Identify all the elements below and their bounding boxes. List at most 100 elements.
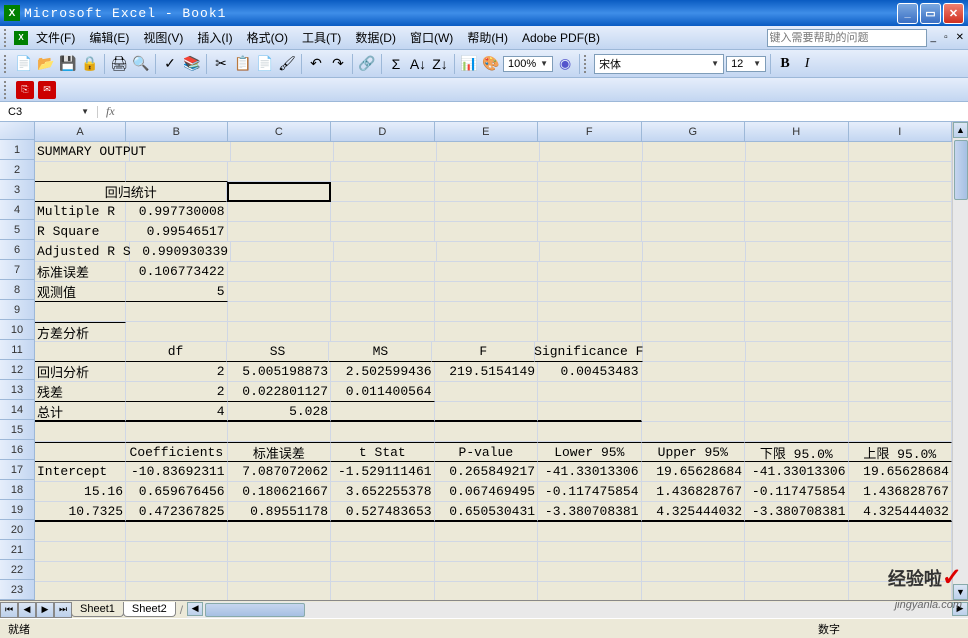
permission-icon[interactable]: 🔒 [80, 54, 100, 74]
col-head-E[interactable]: E [435, 122, 538, 141]
cell-F23[interactable] [538, 582, 641, 600]
cell-A21[interactable] [35, 542, 126, 562]
cell-H4[interactable] [745, 202, 848, 222]
cell-B15[interactable] [126, 422, 228, 442]
italic-button[interactable]: I [797, 54, 817, 74]
cell-I20[interactable] [849, 522, 952, 542]
cell-C2[interactable] [228, 162, 331, 182]
doc-restore-button[interactable]: ▫ [944, 32, 948, 43]
row-head-6[interactable]: 6 [0, 240, 34, 260]
col-head-D[interactable]: D [331, 122, 434, 141]
zoom-select[interactable]: 100% ▼ [503, 56, 553, 72]
scroll-thumb[interactable] [205, 603, 305, 617]
cell-F12[interactable]: 0.00453483 [538, 362, 641, 382]
cell-G16[interactable]: Upper 95% [642, 442, 745, 462]
redo-icon[interactable]: ↷ [328, 54, 348, 74]
cell-E7[interactable] [435, 262, 538, 282]
cell-C16[interactable]: 标准误差 [228, 442, 331, 462]
col-head-H[interactable]: H [745, 122, 848, 141]
cell-G1[interactable] [643, 142, 746, 162]
cell-G2[interactable] [642, 162, 745, 182]
cell-D4[interactable] [331, 202, 434, 222]
cell-A16[interactable] [35, 442, 126, 462]
menu-edit[interactable]: 编辑(E) [83, 27, 135, 48]
cell-B21[interactable] [126, 542, 228, 562]
cell-F8[interactable] [538, 282, 641, 302]
cell-A13[interactable]: 残差 [35, 382, 126, 402]
help-icon[interactable]: ◉ [555, 54, 575, 74]
cell-F10[interactable] [538, 322, 641, 342]
sheet-tab-2[interactable]: Sheet2 [123, 602, 176, 617]
cell-D15[interactable] [331, 422, 434, 442]
cell-C21[interactable] [228, 542, 331, 562]
col-head-B[interactable]: B [126, 122, 228, 141]
cell-H9[interactable] [745, 302, 848, 322]
cell-H20[interactable] [745, 522, 848, 542]
cell-G20[interactable] [642, 522, 745, 542]
cell-B18[interactable]: 0.659676456 [126, 482, 228, 502]
cell-E10[interactable] [435, 322, 538, 342]
first-sheet-button[interactable]: ⏮ [0, 602, 18, 618]
cell-G18[interactable]: 1.436828767 [642, 482, 745, 502]
cell-I21[interactable] [849, 542, 952, 562]
cell-B20[interactable] [126, 522, 228, 542]
cell-I18[interactable]: 1.436828767 [849, 482, 952, 502]
font-select[interactable]: 宋体 ▼ [594, 54, 724, 74]
col-head-F[interactable]: F [538, 122, 641, 141]
cell-D19[interactable]: 0.527483653 [331, 502, 434, 522]
menu-insert[interactable]: 插入(I) [191, 27, 238, 48]
cell-G22[interactable] [642, 562, 745, 582]
cell-H1[interactable] [746, 142, 849, 162]
cell-F5[interactable] [538, 222, 641, 242]
cell-H5[interactable] [745, 222, 848, 242]
cell-A12[interactable]: 回归分析 [35, 362, 126, 382]
cell-H21[interactable] [745, 542, 848, 562]
cell-C7[interactable] [228, 262, 331, 282]
cell-H22[interactable] [745, 562, 848, 582]
cell-G17[interactable]: 19.65628684 [642, 462, 745, 482]
cell-A5[interactable]: R Square [35, 222, 126, 242]
cell-D7[interactable] [331, 262, 434, 282]
menu-window[interactable]: 窗口(W) [404, 27, 459, 48]
cell-D3[interactable] [331, 182, 435, 202]
minimize-button[interactable]: _ [897, 3, 918, 24]
cell-E6[interactable] [437, 242, 540, 262]
cell-I9[interactable] [849, 302, 952, 322]
cell-I15[interactable] [849, 422, 952, 442]
research-icon[interactable]: 📚 [182, 54, 202, 74]
cell-C6[interactable] [231, 242, 334, 262]
cell-H14[interactable] [745, 402, 848, 422]
sort-desc-icon[interactable]: Z↓ [430, 54, 450, 74]
cell-C11[interactable]: SS [227, 342, 330, 362]
print-icon[interactable]: 🖨 [109, 54, 129, 74]
app-icon[interactable]: X [14, 31, 28, 45]
row-head-19[interactable]: 19 [0, 500, 34, 520]
bold-button[interactable]: B [775, 54, 795, 74]
menu-tools[interactable]: 工具(T) [296, 27, 347, 48]
save-icon[interactable]: 💾 [58, 54, 78, 74]
cell-G8[interactable] [642, 282, 745, 302]
cell-F13[interactable] [538, 382, 641, 402]
cell-C15[interactable] [228, 422, 331, 442]
cell-I16[interactable]: 上限 95.0% [849, 442, 952, 462]
cell-B16[interactable]: Coefficients [126, 442, 228, 462]
open-icon[interactable]: 📂 [36, 54, 56, 74]
row-head-14[interactable]: 14 [0, 400, 34, 420]
toolbar-handle[interactable] [4, 29, 10, 47]
cell-H23[interactable] [745, 582, 848, 600]
help-search-input[interactable] [767, 29, 927, 47]
cell-D14[interactable] [331, 402, 434, 422]
cell-F7[interactable] [538, 262, 641, 282]
cell-D22[interactable] [331, 562, 434, 582]
horizontal-scrollbar[interactable]: ◀ ▶ [187, 602, 968, 618]
cell-F11[interactable]: Significance F [535, 342, 643, 362]
cell-H8[interactable] [745, 282, 848, 302]
cell-D2[interactable] [331, 162, 434, 182]
cell-B23[interactable] [126, 582, 228, 600]
cell-A11[interactable] [35, 342, 126, 362]
select-all-corner[interactable] [0, 122, 35, 140]
cell-C23[interactable] [228, 582, 331, 600]
col-head-G[interactable]: G [642, 122, 745, 141]
cell-A1[interactable]: SUMMARY OUTPUT [35, 142, 130, 162]
row-head-20[interactable]: 20 [0, 520, 34, 540]
